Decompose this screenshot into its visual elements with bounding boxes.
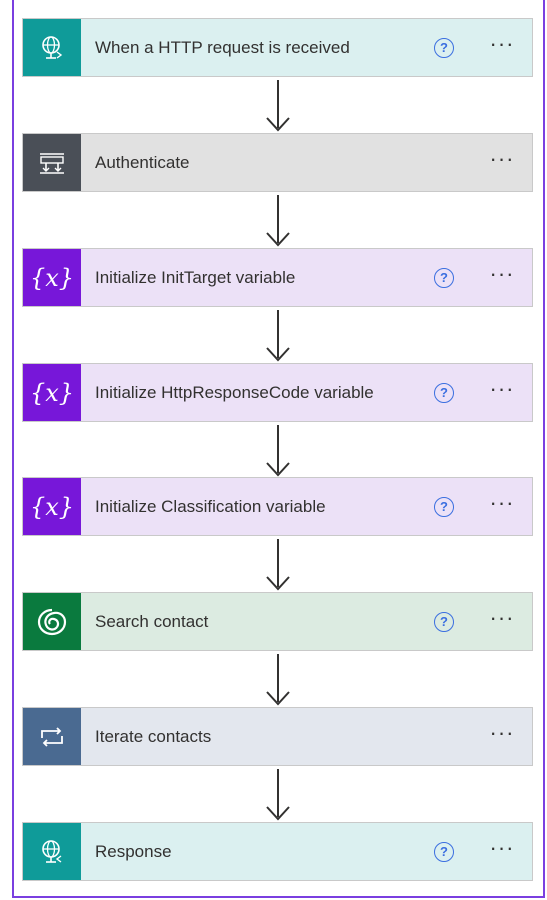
variable-icon: {x} [23,249,81,306]
more-options-button[interactable]: ··· [482,147,522,178]
step-authenticate[interactable]: Authenticate ··· [22,133,533,192]
connector-arrow [266,195,290,247]
http-response-icon [23,823,81,880]
step-initialize-classification[interactable]: {x} Initialize Classification variable ?… [22,477,533,536]
more-options-button[interactable]: ··· [482,836,522,867]
more-options-button[interactable]: ··· [482,377,522,408]
connector-arrow [266,539,290,591]
help-icon[interactable]: ? [434,841,454,862]
step-title: Search contact [95,611,209,631]
http-request-icon [23,19,81,76]
step-title: Initialize InitTarget variable [95,267,296,287]
more-options-button[interactable]: ··· [482,262,522,293]
more-options-button[interactable]: ··· [482,606,522,637]
help-icon[interactable]: ? [434,267,454,288]
dataverse-icon [23,593,81,650]
scope-icon [23,134,81,191]
more-options-button[interactable]: ··· [482,721,522,752]
help-icon[interactable]: ? [434,611,454,632]
step-title: Initialize Classification variable [95,496,326,516]
help-icon[interactable]: ? [434,496,454,517]
help-icon[interactable]: ? [434,37,454,58]
step-title: Initialize HttpResponseCode variable [95,382,374,402]
step-initialize-httpresponsecode[interactable]: {x} Initialize HttpResponseCode variable… [22,363,533,422]
variable-icon: {x} [23,364,81,421]
step-title: When a HTTP request is received [95,37,350,57]
more-options-button[interactable]: ··· [482,32,522,63]
help-icon[interactable]: ? [434,382,454,403]
step-search-contact[interactable]: Search contact ? ··· [22,592,533,651]
connector-arrow [266,654,290,706]
connector-arrow [266,310,290,362]
step-title: Iterate contacts [95,726,212,746]
connector-arrow [266,80,290,132]
loop-icon [23,708,81,765]
step-title: Response [95,841,172,861]
variable-icon: {x} [23,478,81,535]
step-title: Authenticate [95,152,190,172]
more-options-button[interactable]: ··· [482,491,522,522]
step-response[interactable]: Response ? ··· [22,822,533,881]
step-initialize-inittarget[interactable]: {x} Initialize InitTarget variable ? ··· [22,248,533,307]
step-iterate-contacts[interactable]: Iterate contacts ··· [22,707,533,766]
step-http-request[interactable]: When a HTTP request is received ? ··· [22,18,533,77]
connector-arrow [266,425,290,477]
connector-arrow [266,769,290,821]
